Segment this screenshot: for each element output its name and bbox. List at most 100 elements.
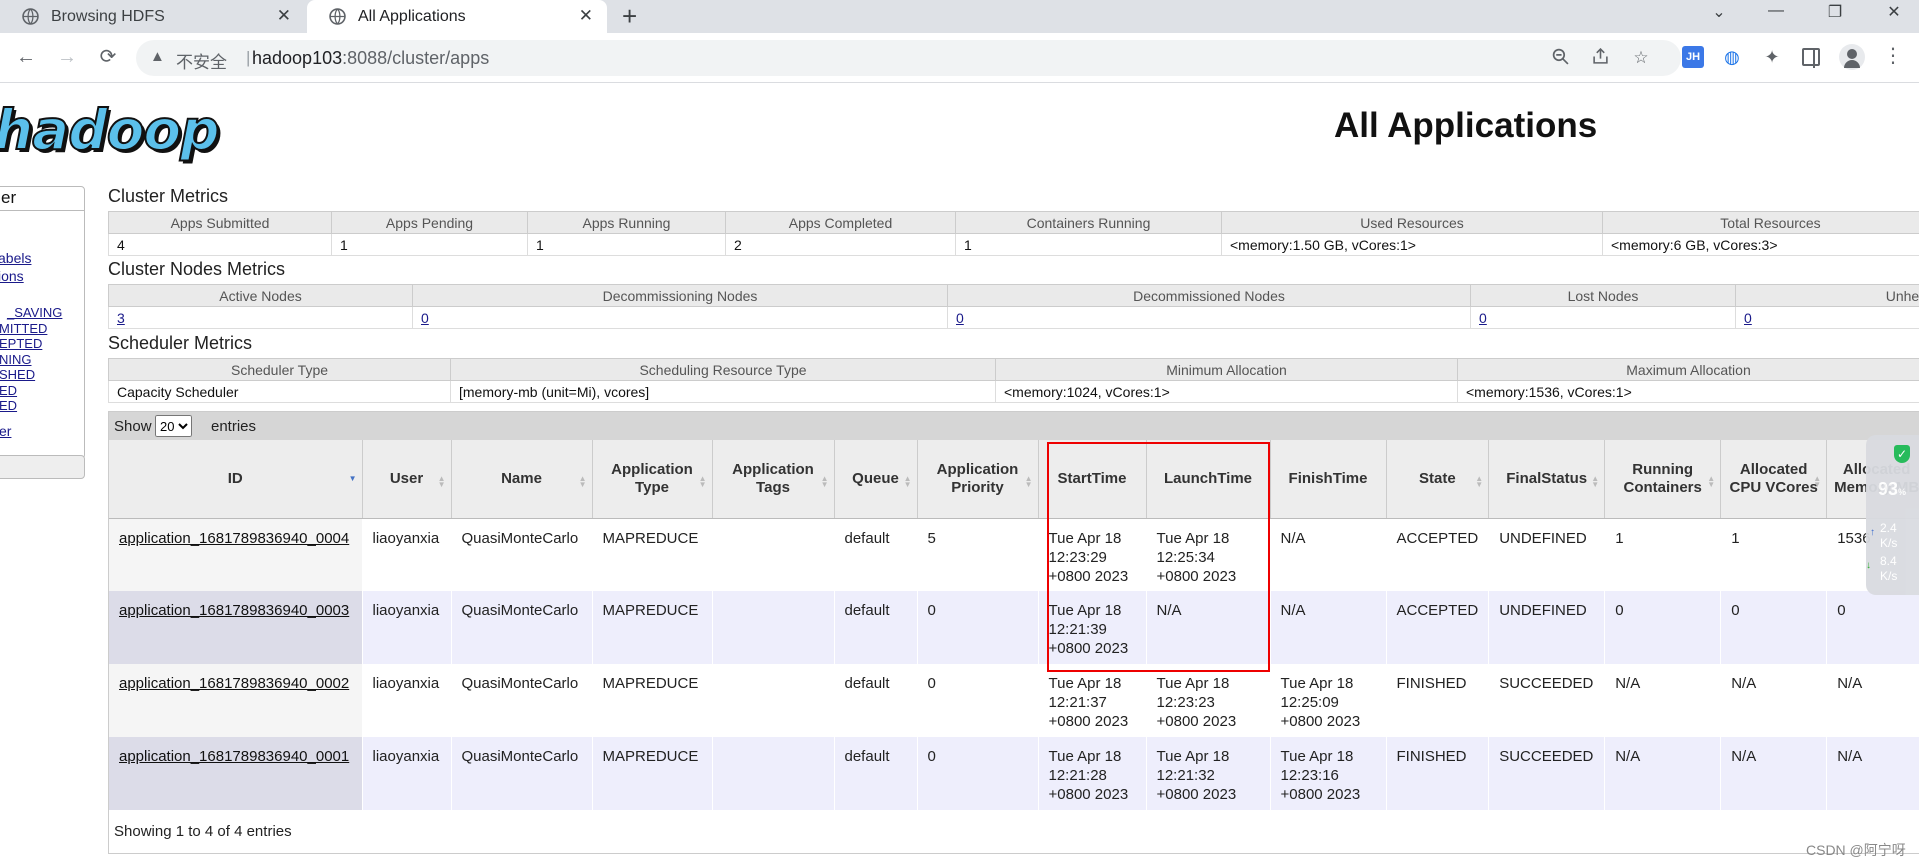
minimize-button[interactable]: — (1756, 2, 1796, 20)
bookmark-star-icon[interactable]: ☆ (1630, 48, 1652, 68)
column-header-launch-time[interactable]: LaunchTime (1146, 440, 1271, 519)
cell-name: QuasiMonteCarlo (451, 518, 592, 591)
restore-button[interactable]: ❐ (1815, 2, 1855, 22)
tab-browsing-hdfs[interactable]: Browsing HDFS ✕ (0, 0, 305, 33)
cell-finish-time: N/A (1270, 518, 1386, 591)
cell-running-containers: N/A (1604, 664, 1721, 737)
header-unhealthy-nodes: Unhealt (1735, 284, 1919, 307)
nav-link-killed[interactable]: ED (0, 398, 17, 413)
reload-button[interactable]: ⟳ (96, 46, 120, 68)
column-header-application-type[interactable]: Application Type ▲ ▼ (592, 440, 713, 519)
share-icon[interactable] (1589, 47, 1611, 70)
forward-button[interactable]: → (55, 46, 79, 68)
cell-start-time: Tue Apr 18 12:21:37 +0800 2023 (1038, 664, 1146, 737)
jh-extension-icon[interactable]: JH (1682, 46, 1704, 68)
security-label[interactable]: 不安全 (176, 48, 227, 73)
app-id-link[interactable]: application_1681789836940_0002 (109, 664, 362, 737)
warning-icon[interactable]: ▲ (150, 48, 165, 65)
column-header-queue[interactable]: Queue ▲ ▼ (834, 440, 918, 519)
value-unhealthy-nodes[interactable]: 0 (1735, 306, 1919, 329)
tab-bar: Browsing HDFS ✕ All Applications ✕ + ⌄ —… (0, 0, 1919, 33)
cell-launch-time: Tue Apr 18 12:21:32 +0800 2023 (1146, 737, 1270, 810)
cell-queue: default (834, 737, 917, 810)
cell-running-containers: 0 (1604, 591, 1721, 664)
column-header-state[interactable]: State ▲ ▼ (1386, 440, 1490, 519)
nav-link-scheduler[interactable]: er (0, 423, 11, 439)
sort-desc-icon: ▼ (348, 474, 357, 483)
close-tab-icon[interactable]: ✕ (277, 7, 291, 25)
new-tab-button[interactable]: + (622, 3, 637, 29)
close-tab-icon[interactable]: ✕ (579, 7, 593, 25)
value-decommissioning-nodes[interactable]: 0 (412, 306, 948, 329)
nav-link-submitted[interactable]: MITTED (0, 321, 47, 336)
download-arrow-icon: ↓ (1866, 560, 1871, 571)
cell-type: MAPREDUCE (592, 591, 712, 664)
nav-link-failed[interactable]: ED (0, 383, 17, 398)
nav-link-finished[interactable]: SHED (0, 367, 35, 382)
network-speed-widget[interactable]: ✓ 93% ↑ 2.4 K/s ↓ 8.4 K/s (1866, 435, 1919, 595)
table-row: application_1681789836940_0003 liaoyanxi… (109, 591, 1919, 664)
column-header-allocated-cpu[interactable]: Allocated CPU VCores ▲ ▼ (1720, 440, 1828, 519)
applications-panel: Show 20 entries ID ▼ User ▲ ▼ Name ▲ ▼ Applic… (108, 411, 1919, 854)
column-header-name[interactable]: Name ▲ ▼ (451, 440, 593, 519)
nav-link-running[interactable]: NING (0, 352, 32, 367)
value-apps-submitted: 4 (108, 233, 332, 256)
cell-finish-time: Tue Apr 18 12:25:09 +0800 2023 (1270, 664, 1386, 737)
cell-allocated-cpu: N/A (1720, 664, 1827, 737)
header-lost-nodes: Lost Nodes (1470, 284, 1736, 307)
nav-link-accepted[interactable]: EPTED (0, 336, 42, 351)
address-bar[interactable]: ▲ 不安全 | hadoop103:8088/cluster/apps ☆ (136, 40, 1681, 76)
column-header-application-priority[interactable]: Application Priority ▲ ▼ (917, 440, 1039, 519)
side-panel-icon[interactable] (1802, 48, 1820, 68)
value-decommissioned-nodes[interactable]: 0 (947, 306, 1471, 329)
cell-allocated-memory: 0 (1826, 591, 1919, 664)
header-apps-submitted: Apps Submitted (108, 211, 332, 234)
nav-section-header[interactable]: er (0, 187, 84, 211)
nodes-metrics-title: Cluster Nodes Metrics (108, 259, 286, 279)
tab-all-applications[interactable]: All Applications ✕ (307, 0, 607, 33)
nav-link-applications[interactable]: ions (0, 268, 24, 284)
app-id-link[interactable]: application_1681789836940_0001 (109, 737, 362, 810)
value-lost-nodes[interactable]: 0 (1470, 306, 1736, 329)
browser-toolbar: ← → ⟳ ▲ 不安全 | hadoop103:8088/cluster/app… (0, 33, 1919, 83)
cell-running-containers: 1 (1604, 518, 1721, 591)
applications-table: ID ▼ User ▲ ▼ Name ▲ ▼ Application Type ▲ ▼ App… (109, 440, 1919, 810)
tab-search-chevron-icon[interactable]: ⌄ (1699, 2, 1739, 22)
app-id-link[interactable]: application_1681789836940_0003 (109, 591, 362, 664)
cell-name: QuasiMonteCarlo (451, 664, 592, 737)
value-apps-completed: 2 (725, 233, 956, 256)
profile-avatar[interactable] (1839, 44, 1865, 70)
column-header-finish-time[interactable]: FinishTime (1270, 440, 1387, 519)
scheduler-metrics-table: Scheduler Type Scheduling Resource Type … (108, 358, 1919, 403)
column-header-user[interactable]: User ▲ ▼ (362, 440, 452, 519)
page-size-select[interactable]: 20 (155, 415, 192, 437)
url-host: hadoop103 (252, 48, 343, 68)
nav-link-node-labels[interactable]: abels (0, 250, 31, 266)
value-scheduling-resource-type: [memory-mb (unit=Mi), vcores] (450, 380, 996, 403)
column-header-running-containers[interactable]: Running Containers ▲ ▼ (1604, 440, 1722, 519)
column-header-application-tags[interactable]: Application Tags ▲ ▼ (712, 440, 835, 519)
value-apps-pending: 1 (331, 233, 528, 256)
column-header-final-status[interactable]: FinalStatus ▲ ▼ (1488, 440, 1606, 519)
extensions-puzzle-icon[interactable]: ✦ (1761, 46, 1783, 68)
hadoop-logo[interactable]: hadoop (0, 101, 221, 159)
cell-launch-time: Tue Apr 18 12:23:23 +0800 2023 (1146, 664, 1270, 737)
close-window-button[interactable]: ✕ (1874, 2, 1914, 22)
url-text[interactable]: hadoop103:8088/cluster/apps (252, 48, 489, 69)
globe-extension-icon[interactable]: ◍ (1721, 46, 1743, 68)
menu-kebab-icon[interactable]: ⋮ (1883, 45, 1903, 67)
header-apps-running: Apps Running (527, 211, 726, 234)
header-decommissioning-nodes: Decommissioning Nodes (412, 284, 948, 307)
app-id-link[interactable]: application_1681789836940_0004 (109, 518, 362, 591)
cell-final-status: UNDEFINED (1488, 518, 1605, 591)
value-active-nodes[interactable]: 3 (108, 306, 413, 329)
zoom-icon[interactable] (1549, 48, 1571, 70)
sort-icon: ▲ ▼ (698, 474, 707, 489)
back-button[interactable]: ← (14, 46, 38, 68)
column-header-id[interactable]: ID ▼ (109, 440, 363, 519)
value-scheduler-type: Capacity Scheduler (108, 380, 451, 403)
header-scheduling-resource-type: Scheduling Resource Type (450, 358, 996, 381)
nav-link-new-saving[interactable]: _SAVING (7, 305, 62, 320)
column-header-start-time[interactable]: StartTime (1038, 440, 1147, 519)
nav-tools-collapsed[interactable] (0, 455, 85, 479)
